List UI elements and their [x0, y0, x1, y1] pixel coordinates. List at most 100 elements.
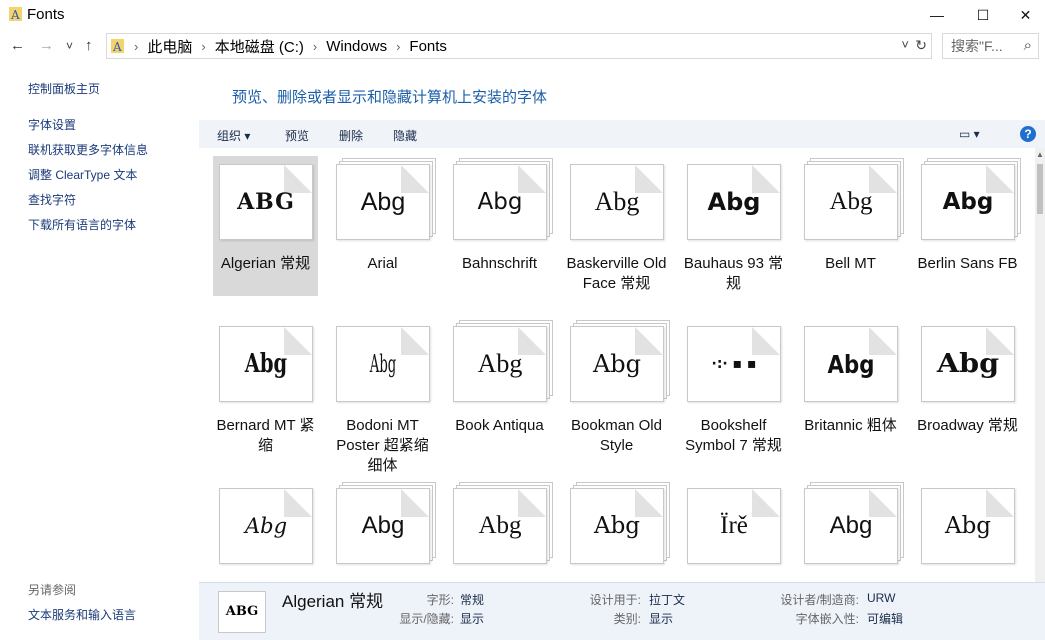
font-name-label: Book Antiqua — [455, 417, 544, 434]
address-bar[interactable]: A › 此电脑 › 本地磁盘 (C:) › Windows › Fonts ˅ … — [106, 33, 932, 59]
font-file-icon: ABG — [219, 164, 313, 242]
font-file-icon: Abg — [804, 326, 898, 404]
control-panel-home-link[interactable]: 控制面板主页 — [28, 80, 100, 97]
font-name-label: Britannic 粗体 — [804, 417, 897, 434]
font-name-label: Bookman Old Style — [571, 417, 662, 454]
vertical-scrollbar[interactable]: ▲ — [1035, 148, 1045, 582]
breadcrumb-this-pc[interactable]: 此电脑 — [147, 36, 192, 57]
details-pane: ABG Algerian 常规 字形: 常规 显示/隐藏: 显示 设计用于: 拉… — [199, 582, 1045, 640]
left-pane: 控制面板主页 字体设置 联机获取更多字体信息 调整 ClearType 文本 查… — [0, 62, 199, 639]
minimize-button[interactable]: — — [914, 0, 960, 30]
style-label: 字形: — [426, 593, 454, 607]
back-button[interactable]: ← — [10, 37, 25, 54]
font-sample: Abg — [593, 513, 641, 539]
font-sample: Abg — [936, 349, 1000, 379]
delete-button[interactable]: 删除 — [339, 127, 363, 144]
font-sample: ·:· ▪ ▪ — [711, 356, 757, 372]
breadcrumb-windows[interactable]: Windows — [326, 38, 387, 55]
download-all-language-fonts-link[interactable]: 下载所有语言的字体 — [28, 216, 136, 233]
font-file-icon: Abg — [921, 488, 1015, 566]
scroll-thumb[interactable] — [1037, 164, 1043, 214]
scroll-up-icon[interactable]: ▲ — [1036, 150, 1044, 159]
font-tile[interactable]: Abg — [330, 480, 436, 582]
search-placeholder: 搜索"F... — [951, 38, 1003, 54]
font-family-icon: Abg — [570, 320, 670, 404]
font-name-label: Berlin Sans FB — [917, 255, 1018, 272]
page-heading: 预览、删除或者显示和隐藏计算机上安装的字体 — [232, 89, 548, 106]
font-tile[interactable]: Abg Bell MT — [798, 156, 904, 296]
chevron-right-icon: › — [134, 38, 139, 54]
preview-button[interactable]: 预览 — [285, 127, 309, 144]
font-tile[interactable]: Ïrě — [681, 480, 786, 582]
font-tile[interactable]: Abg — [447, 480, 553, 582]
chevron-right-icon: › — [201, 38, 206, 54]
font-tile[interactable]: Abg Britannic 粗体 — [798, 318, 903, 458]
search-icon[interactable]: ⌕ — [1024, 34, 1032, 58]
font-family-icon: Abg — [804, 158, 904, 242]
font-sample: Abg — [361, 512, 405, 539]
recent-locations-button[interactable]: ˅ — [66, 39, 73, 53]
font-tile[interactable]: Abg Arial — [330, 156, 436, 296]
maximize-button[interactable]: ☐ — [960, 0, 1006, 30]
font-tile[interactable]: Abg Berlin Sans FB — [915, 156, 1021, 296]
font-tile[interactable]: ABG Algerian 常规 — [213, 156, 318, 296]
up-button[interactable]: ↑ — [85, 37, 93, 54]
font-tile[interactable]: Abg Bauhaus 93 常规 — [681, 156, 786, 296]
close-button[interactable]: ✕ — [1006, 0, 1045, 30]
font-name-label: Bauhaus 93 常规 — [683, 255, 784, 292]
font-sample: Abg — [477, 349, 523, 378]
font-name-label: Bahnschrift — [461, 255, 538, 272]
embeddability-value: 可编辑 — [867, 612, 904, 626]
font-sample: Abg — [827, 349, 875, 379]
font-sample: Abg — [244, 514, 288, 538]
font-name-label: Bernard MT 紧缩 — [216, 417, 315, 454]
find-character-link[interactable]: 查找字符 — [28, 191, 76, 208]
font-tile[interactable]: ·:· ▪ ▪ Bookshelf Symbol 7 常规 — [681, 318, 786, 458]
font-tile[interactable]: Abg Bernard MT 紧缩 — [213, 318, 318, 458]
organize-menu[interactable]: 组织 ▾ — [217, 127, 250, 144]
show-hide-value: 显示 — [460, 612, 485, 626]
refresh-button[interactable]: ↻ — [915, 37, 927, 54]
font-tile[interactable]: Abg — [798, 480, 904, 582]
change-view-button[interactable]: ▭ ▾ — [959, 127, 980, 141]
font-tile[interactable]: Abg Broadway 常规 — [915, 318, 1020, 458]
breadcrumb-fonts[interactable]: Fonts — [409, 38, 447, 55]
font-tile[interactable]: Abg — [564, 480, 670, 582]
font-sample: Ïrě — [720, 512, 748, 539]
text-services-link[interactable]: 文本服务和输入语言 — [28, 606, 136, 623]
breadcrumb-local-disk[interactable]: 本地磁盘 (C:) — [215, 36, 304, 57]
hide-button[interactable]: 隐藏 — [393, 127, 417, 144]
font-file-icon: Abg — [687, 164, 781, 242]
font-sample: ABG — [237, 189, 295, 215]
font-sample: Abg — [942, 189, 994, 215]
address-dropdown-button[interactable]: ˅ — [901, 37, 909, 52]
fonts-folder-icon: A — [9, 6, 23, 22]
font-file-icon: ·:· ▪ ▪ — [687, 326, 781, 404]
font-tile[interactable]: Abg Baskerville Old Face 常规 — [564, 156, 669, 296]
font-sample: Abg — [829, 188, 873, 215]
font-family-icon: Abg — [453, 482, 553, 566]
font-name-label: Baskerville Old Face 常规 — [566, 255, 667, 292]
font-tile[interactable]: Abg Bodoni MT Poster 超紧缩 细体 — [330, 318, 435, 474]
font-family-icon: Abg — [921, 158, 1021, 242]
font-tile[interactable]: Abg Book Antiqua — [447, 318, 553, 458]
designer-value: URW — [867, 591, 896, 605]
font-settings-link[interactable]: 字体设置 — [28, 116, 76, 133]
font-tile[interactable]: Abg — [213, 480, 318, 582]
category-value: 显示 — [649, 612, 674, 626]
font-tile[interactable]: Abg Bookman Old Style — [564, 318, 670, 458]
font-tile[interactable]: Abg — [915, 480, 1020, 582]
help-icon[interactable]: ? — [1020, 126, 1036, 142]
font-tile[interactable]: Abg Bahnschrift — [447, 156, 553, 296]
adjust-cleartype-link[interactable]: 调整 ClearType 文本 — [28, 166, 137, 183]
style-value: 常规 — [460, 593, 485, 607]
font-sample: Abg — [944, 513, 992, 539]
get-more-font-info-link[interactable]: 联机获取更多字体信息 — [28, 141, 148, 158]
font-file-icon: Abg — [219, 326, 313, 404]
show-hide-label: 显示/隐藏: — [399, 612, 454, 626]
forward-button[interactable]: → — [39, 37, 54, 54]
font-file-icon: Abg — [921, 326, 1015, 404]
selected-font-thumbnail: ABG — [218, 591, 266, 633]
search-input[interactable]: 搜索"F... ⌕ — [942, 33, 1039, 59]
font-file-icon: Abg — [570, 164, 664, 242]
